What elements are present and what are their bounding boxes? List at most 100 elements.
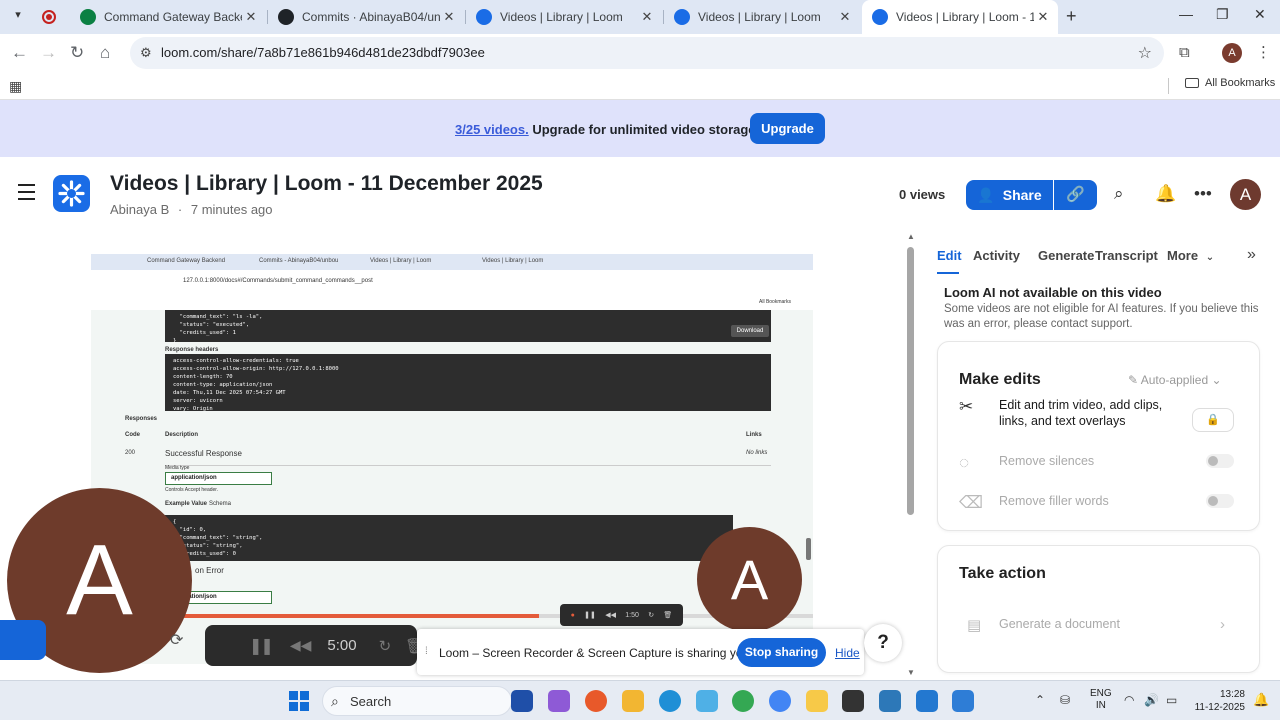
site-info-icon[interactable]: ⚙ — [140, 45, 152, 61]
tab-generate[interactable]: Generate — [1038, 248, 1094, 263]
pause-recording-icon[interactable]: ❚❚ — [249, 636, 274, 656]
view-count[interactable]: 0 views — [899, 187, 945, 202]
video-count-link[interactable]: 3/25 videos. — [455, 122, 529, 137]
apps-grid-icon[interactable]: ▦ — [9, 78, 22, 95]
store-app-icon[interactable] — [511, 690, 533, 712]
scrollbar-thumb[interactable] — [907, 247, 914, 515]
tab-edit[interactable]: Edit — [937, 248, 962, 263]
vscode-app-icon[interactable] — [916, 690, 938, 712]
lock-icon[interactable]: 🔒 — [1192, 408, 1234, 432]
close-tab-icon[interactable]: ✕ — [1034, 9, 1052, 25]
chevron-down-icon: ⌄ — [1211, 373, 1222, 387]
wifi-icon[interactable]: ◠ — [1124, 693, 1134, 707]
reload-icon[interactable]: ↻ — [70, 43, 84, 63]
home-icon[interactable]: ⌂ — [100, 43, 110, 63]
help-button[interactable]: ? — [864, 624, 902, 662]
add-person-icon: 👤 — [977, 186, 995, 203]
app-icon[interactable] — [806, 690, 828, 712]
close-tab-icon[interactable]: ✕ — [836, 9, 854, 25]
tab-activity[interactable]: Activity — [973, 248, 1020, 263]
restore-icon[interactable]: ❐ — [1216, 6, 1229, 23]
windows-start-icon[interactable] — [289, 691, 309, 711]
close-tab-icon[interactable]: ✕ — [242, 9, 260, 25]
ai-unavailable-description: Some videos are not eligible for AI feat… — [944, 303, 1259, 330]
tab-github-commits[interactable]: Commits · AbinayaB04/unbounded ✕ — [268, 0, 464, 34]
search-icon[interactable]: ⌕ — [1114, 184, 1124, 204]
example-value-code: { "id": 0, "command_text": "string", "st… — [165, 515, 733, 561]
extensions-icon[interactable]: ⧉ — [1179, 44, 1190, 61]
tray-overflow-icon[interactable]: ⌃ — [1035, 693, 1045, 707]
restart-icon: ↻ — [648, 612, 655, 619]
copy-link-icon[interactable]: 🔗 — [1054, 180, 1097, 210]
stop-sharing-button[interactable]: Stop sharing — [737, 638, 826, 667]
remove-silences-toggle[interactable] — [1206, 454, 1234, 468]
collapse-panel-icon[interactable]: » — [1247, 246, 1256, 264]
loom-favicon-icon — [872, 9, 888, 25]
share-button[interactable]: 👤 Share — [966, 180, 1053, 210]
battery-icon[interactable]: ▭ — [1166, 693, 1177, 707]
url-text[interactable]: loom.com/share/7a8b71e861b946d481de23dbd… — [161, 45, 485, 60]
auto-applied-dropdown[interactable]: ✎ Auto-applied ⌄ — [1128, 373, 1222, 387]
tab-loom-active[interactable]: Videos | Library | Loom - 11 Dec ✕ — [862, 0, 1058, 34]
back-icon[interactable]: ← — [11, 43, 28, 63]
user-avatar[interactable]: A — [1230, 179, 1261, 210]
app-icon[interactable] — [696, 690, 718, 712]
recording-indicator-icon[interactable] — [42, 10, 56, 24]
browser-menu-icon[interactable]: ⋮ — [1256, 43, 1271, 61]
restart-recording-icon[interactable]: ↻ — [379, 637, 392, 655]
ai-unavailable-title: Loom AI not available on this video — [944, 285, 1162, 300]
volume-icon[interactable]: 🔊 — [1144, 693, 1159, 707]
file-explorer-icon[interactable] — [622, 690, 644, 712]
minimize-icon[interactable]: — — [1179, 6, 1193, 22]
all-bookmarks-button[interactable]: All Bookmarks — [1185, 77, 1275, 89]
browser-toolbar: ← → ↻ ⌂ ⚙ loom.com/share/7a8b71e861b946d… — [0, 34, 1280, 72]
close-tab-icon[interactable]: ✕ — [440, 9, 458, 25]
scroll-down-icon[interactable]: ▼ — [907, 668, 915, 677]
scroll-up-icon[interactable]: ▲ — [907, 232, 915, 241]
chevron-right-icon: › — [1220, 616, 1225, 633]
forward-icon[interactable]: → — [40, 43, 57, 63]
taskbar-search[interactable]: ⌕ Search — [322, 686, 512, 716]
tab-loom-library-2[interactable]: Videos | Library | Loom ✕ — [664, 0, 860, 34]
remove-filler-toggle[interactable] — [1206, 494, 1234, 508]
chrome-app-icon[interactable] — [732, 690, 754, 712]
edge-app-icon[interactable] — [659, 690, 681, 712]
hamburger-menu-icon[interactable] — [18, 184, 35, 205]
chrome-profile-app-icon[interactable] — [769, 690, 791, 712]
more-options-icon[interactable]: ••• — [1194, 184, 1212, 204]
close-tab-icon[interactable]: ✕ — [638, 9, 656, 25]
tab-more[interactable]: More ⌄ — [1167, 248, 1214, 263]
tab-search-icon[interactable]: ▾ — [10, 8, 26, 24]
loom-logo-icon[interactable] — [53, 175, 90, 212]
close-window-icon[interactable]: ✕ — [1254, 6, 1266, 23]
video-title[interactable]: Videos | Library | Loom - 11 December 20… — [110, 172, 543, 196]
recording-tab-button[interactable] — [0, 620, 46, 660]
page-scrollbar[interactable]: ▲ ▼ — [907, 232, 915, 679]
address-bar[interactable]: ⚙ loom.com/share/7a8b71e861b946d481de23d… — [130, 37, 1164, 69]
bookmark-star-icon[interactable]: ☆ — [1138, 43, 1152, 63]
author-name[interactable]: Abinaya B — [110, 202, 169, 217]
system-clock[interactable]: 13:28 11-12-2025 — [1193, 688, 1245, 714]
drag-handle-icon[interactable]: ⁞ — [425, 646, 428, 657]
restart-icon[interactable]: ⟳ — [170, 630, 183, 650]
playback-progress-bar[interactable] — [91, 614, 813, 618]
language-indicator[interactable]: ENG IN — [1090, 688, 1112, 712]
terminal-app-icon[interactable] — [842, 690, 864, 712]
hide-link[interactable]: Hide — [835, 646, 860, 660]
firefox-app-icon[interactable] — [585, 690, 607, 712]
tray-app-icon[interactable]: ⛁ — [1060, 693, 1070, 707]
notification-icon[interactable]: 🔔 — [1253, 692, 1269, 708]
bell-icon[interactable]: 🔔 — [1155, 184, 1176, 204]
tab-transcript[interactable]: Transcript — [1095, 248, 1158, 263]
tab-command-gateway[interactable]: Command Gateway Backend - S ✕ — [70, 0, 266, 34]
new-tab-icon[interactable]: + — [1066, 6, 1077, 27]
camera-bubble-small: A — [697, 527, 802, 632]
rewind-icon[interactable]: ◀◀ — [290, 637, 312, 654]
app-icon[interactable] — [952, 690, 974, 712]
tab-loom-library-1[interactable]: Videos | Library | Loom ✕ — [466, 0, 662, 34]
chevron-down-icon: ⌄ — [1205, 252, 1215, 263]
app-icon[interactable] — [879, 690, 901, 712]
profile-avatar[interactable]: A — [1222, 43, 1242, 63]
copilot-app-icon[interactable] — [548, 690, 570, 712]
upgrade-button[interactable]: Upgrade — [750, 113, 825, 144]
